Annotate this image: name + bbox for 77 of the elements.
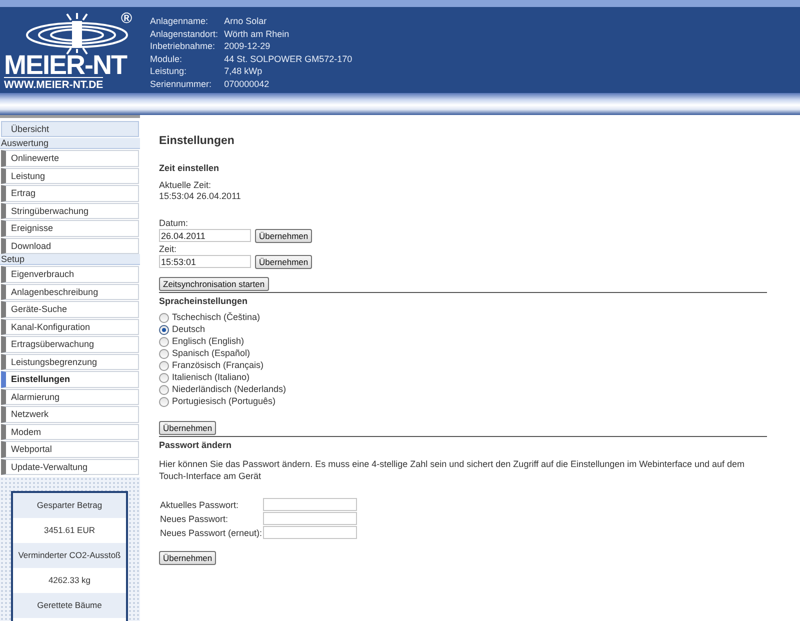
sync-button[interactable]: Zeitsynchronisation starten [159, 277, 269, 291]
registered-mark: ® [121, 10, 132, 27]
radio-label: Tschechisch (Čeština) [172, 312, 260, 323]
apply-button[interactable]: Übernehmen [159, 421, 216, 435]
section-heading: Spracheinstellungen [159, 296, 248, 306]
field-label: Neues Passwort (erneut): [160, 528, 263, 538]
info-label: Anlagenstandort: [150, 28, 218, 40]
field-label: Datum: [159, 218, 190, 229]
radio-button[interactable] [159, 360, 169, 370]
radio-button[interactable] [159, 384, 169, 394]
radio-button[interactable] [159, 312, 169, 322]
radio-button[interactable] [159, 396, 169, 406]
nav-group-header: Setup [0, 254, 140, 265]
field-label: Neues Passwort: [160, 514, 230, 524]
logo-url: WWW.MEIER-NT.DE [4, 77, 104, 91]
radio-button[interactable] [159, 372, 169, 382]
field-label: Zeit: [159, 244, 178, 255]
radio-label: Niederländisch (Nederlands) [172, 384, 286, 395]
sidebar-item[interactable]: Leistung [1, 168, 139, 184]
sidebar-item[interactable]: Onlinewerte [1, 150, 139, 166]
sidebar-item[interactable]: Modem [1, 424, 139, 440]
radio-label: Spanisch (Español) [172, 348, 250, 359]
stat-label: Gerettete Bäume [13, 593, 126, 618]
info-value: Wörth am Rhein [224, 28, 290, 40]
info-label: Inbetriebnahme: [150, 41, 216, 52]
page-title: Einstellungen [159, 135, 234, 147]
radio-label: Deutsch [172, 324, 206, 335]
info-value: 2009-12-29 [224, 41, 272, 52]
radio-label: Italienisch (Italiano) [172, 372, 250, 383]
radio-label: Portugiesisch (Português) [172, 396, 276, 407]
password-field[interactable] [263, 512, 357, 525]
stat-label: Verminderter CO2-Ausstoß [13, 543, 126, 568]
sidebar-item[interactable]: Webportal [1, 441, 139, 458]
radio-label: Englisch (English) [172, 336, 244, 347]
section-heading: Zeit einstellen [159, 163, 220, 173]
password-field[interactable] [263, 498, 357, 511]
apply-button[interactable]: Übernehmen [255, 229, 312, 243]
apply-button[interactable]: Übernehmen [255, 255, 312, 269]
info-value: 44 St. SOLPOWER GM572-170 [224, 54, 352, 65]
current-time-label: Aktuelle Zeit: [159, 180, 212, 191]
input-field[interactable]: 26.04.2011 [159, 229, 251, 242]
sidebar-item[interactable]: Leistungsbegrenzung [1, 354, 139, 370]
info-value: 070000042 [224, 78, 270, 90]
sidebar-item[interactable]: Geräte-Suche [1, 301, 139, 318]
overview-link[interactable]: Übersicht [1, 121, 139, 137]
info-label: Leistung: [150, 66, 188, 78]
sidebar-item[interactable]: Ereignisse [1, 220, 139, 236]
password-field[interactable] [263, 526, 357, 539]
sidebar-item[interactable]: Update-Verwaltung [1, 458, 139, 475]
sidebar-item[interactable]: Einstellungen [1, 371, 139, 388]
description-text: Hier können Sie das Passwort ändern. Es muss eine 4-stellige Zahl sein und sichert den Zugriff auf die Einstellungen im Webinterface und auf dem Touch-Interface am Gerät [159, 458, 746, 482]
sidebar-item[interactable]: Alarmierung [1, 388, 139, 405]
sidebar-item[interactable]: Ertrag [1, 185, 139, 202]
section-heading: Passwort ändern [159, 440, 232, 450]
radio-button[interactable] [159, 348, 169, 358]
current-time-value: 15:53:04 26.04.2011 [159, 191, 241, 202]
info-value: 7,48 kWp [224, 66, 264, 78]
radio-label: Französisch (Français) [172, 360, 264, 371]
apply-button[interactable]: Übernehmen [159, 551, 216, 565]
radio-button[interactable] [159, 336, 169, 346]
nav-group-header: Auswertung [0, 138, 140, 149]
info-value: Arno Solar [224, 16, 268, 28]
sidebar-item[interactable]: Eigenverbrauch [1, 266, 139, 282]
field-label: Aktuelles Passwort: [160, 500, 240, 510]
logo-wordmark: MEIER-NT [4, 53, 128, 77]
info-label: Seriennummer: [150, 78, 213, 90]
sidebar-item[interactable]: Netzwerk [1, 406, 139, 422]
info-label: Module: [150, 54, 184, 65]
info-label: Anlagenname: [150, 16, 210, 28]
sidebar-item[interactable]: Stringüberwachung [1, 202, 139, 219]
sidebar-item[interactable]: Ertragsüberwachung [1, 336, 139, 352]
sidebar-item[interactable]: Download [1, 238, 139, 254]
sidebar-item[interactable]: Anlagenbeschreibung [1, 284, 139, 300]
sidebar-item[interactable]: Kanal-Konfiguration [1, 318, 139, 335]
radio-button[interactable] [159, 324, 169, 334]
stat-label: Gesparter Betrag [13, 493, 126, 518]
input-field[interactable]: 15:53:01 [159, 255, 251, 268]
